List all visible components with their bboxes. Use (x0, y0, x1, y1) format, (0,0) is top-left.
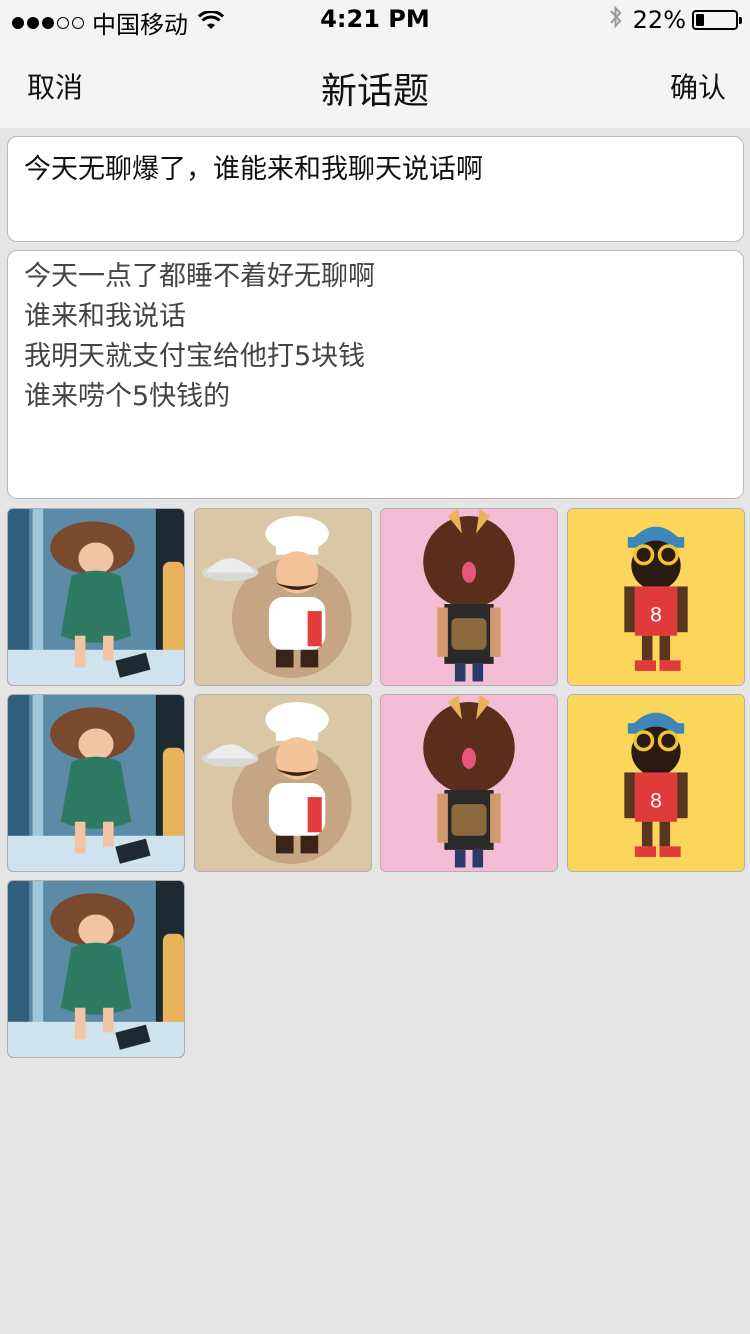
navigation-bar: 取消 新话题 确认 (0, 40, 750, 128)
content-line: 谁来唠个5快钱的 (24, 381, 231, 412)
bluetooth-icon (609, 5, 623, 35)
image-thumbnail[interactable]: 8 (566, 508, 745, 686)
image-thumbnail[interactable] (193, 508, 372, 686)
topic-title-text: 今天无聊爆了，谁能来和我聊天说话啊 (24, 154, 483, 185)
page-title: 新话题 (320, 71, 429, 112)
battery-icon (692, 10, 742, 30)
svg-text:8: 8 (650, 790, 662, 813)
content-line: 谁来和我说话 (24, 301, 186, 332)
content-line: 我明天就支付宝给他打5块钱 (24, 341, 366, 372)
image-thumbnail[interactable] (7, 880, 185, 1058)
battery-level (696, 14, 705, 26)
image-thumbnail[interactable] (7, 694, 185, 872)
status-right: 22% (609, 5, 742, 35)
svg-text:8: 8 (650, 604, 662, 627)
image-thumbnail[interactable] (380, 508, 558, 686)
image-thumbnail[interactable] (380, 694, 558, 872)
topic-title-input[interactable]: 今天无聊爆了，谁能来和我聊天说话啊 (7, 136, 744, 242)
image-thumbnail[interactable] (193, 694, 372, 872)
battery-percent: 22% (632, 6, 686, 34)
topic-content-textarea[interactable]: 今天一点了都睡不着好无聊啊 谁来和我说话 我明天就支付宝给他打5块钱 谁来唠个5… (7, 250, 744, 499)
image-thumbnail[interactable]: 8 (566, 694, 745, 872)
confirm-button[interactable]: 确认 (670, 66, 726, 106)
image-thumbnail[interactable] (7, 508, 185, 686)
status-bar: 中国移动 4:21 PM 22% (0, 0, 750, 40)
content-line: 今天一点了都睡不着好无聊啊 (24, 261, 375, 292)
